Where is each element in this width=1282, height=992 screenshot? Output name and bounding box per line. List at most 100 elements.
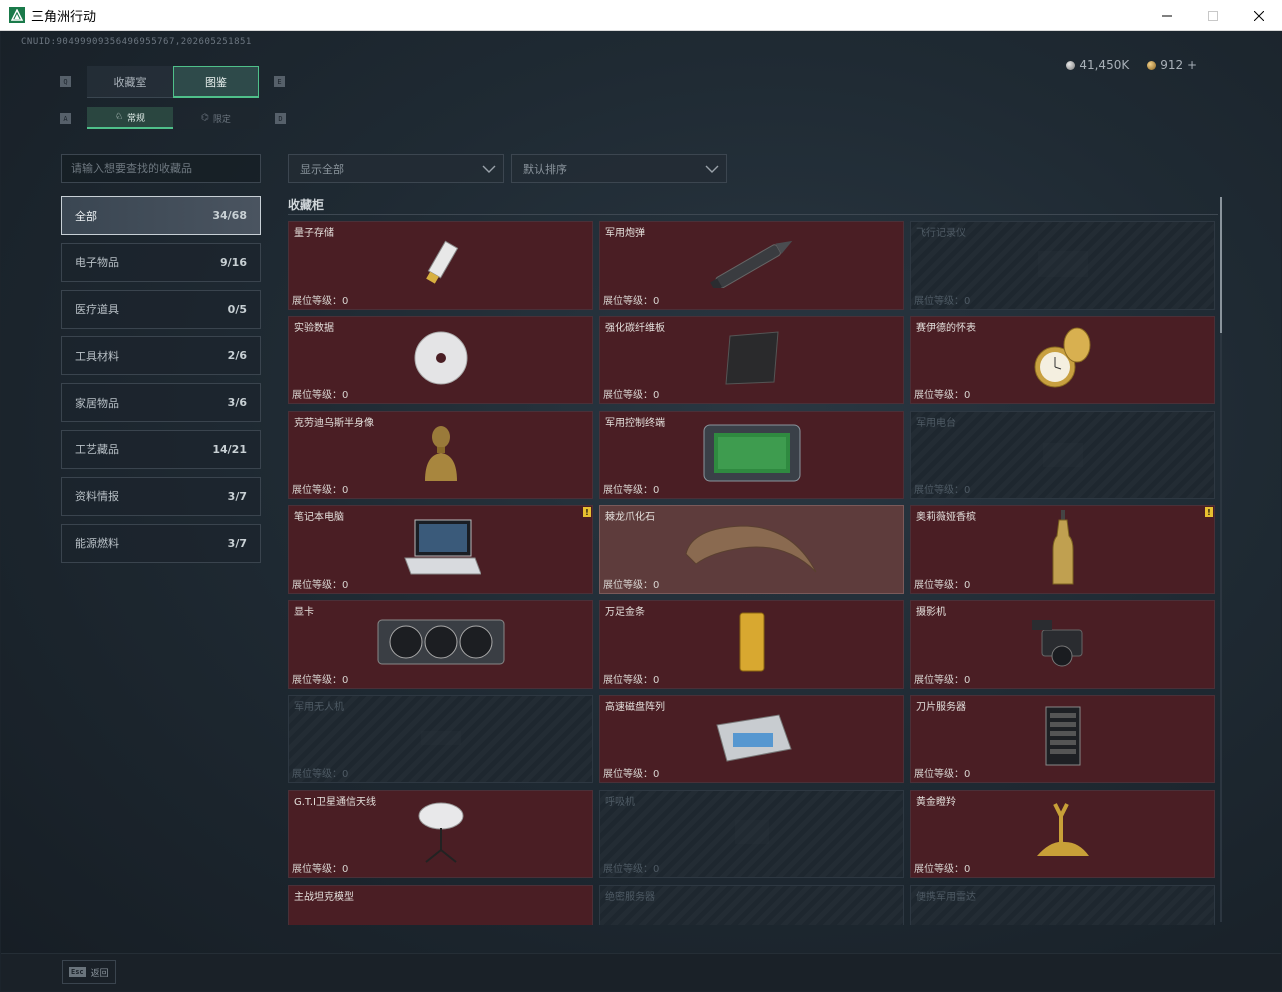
category-tools[interactable]: 工具材料 2/6 xyxy=(61,336,261,376)
game-viewport: CNUID:9049990935649695576​7,202605251851… xyxy=(1,31,1281,991)
collection-card[interactable]: 奥莉薇娅香槟 展位等级：0! xyxy=(910,505,1215,594)
item-name: 军用炮弹 xyxy=(605,228,645,239)
sort-dropdown[interactable]: 默认排序 xyxy=(511,154,727,183)
collection-card[interactable]: 黄金瞪羚 展位等级：0 xyxy=(910,789,1215,879)
display-level: 展位等级：0 xyxy=(603,295,660,307)
show-filter-dropdown[interactable]: 显示全部 xyxy=(288,154,504,183)
collection-card[interactable]: 绝密服务器展位等级：0 xyxy=(599,884,904,925)
item-name: 量子存储 xyxy=(294,228,334,239)
collection-card[interactable]: 军用无人机 展位等级：0 xyxy=(288,694,593,784)
collection-card[interactable]: 摄影机 展位等级：0 xyxy=(910,600,1215,689)
display-level: 展位等级：0 xyxy=(914,674,971,686)
item-name: 军用控制终端 xyxy=(605,417,665,429)
collection-card[interactable]: 主战坦克模型展位等级：0 xyxy=(288,884,593,925)
item-name: 显卡 xyxy=(294,607,314,619)
item-name: 实验数据 xyxy=(294,322,334,334)
silver-currency: 41,450K xyxy=(1066,58,1129,72)
item-name: 主战坦克模型 xyxy=(294,891,354,903)
category-crafts[interactable]: 工艺藏品 14/21 xyxy=(61,429,261,469)
category-household[interactable]: 家居物品 3/6 xyxy=(61,383,261,423)
display-level: 展位等级：0 xyxy=(292,769,349,781)
collection-card[interactable]: 显卡 展位等级：0 xyxy=(288,600,593,689)
cd-disc-icon xyxy=(413,330,469,390)
warning-badge-icon: ! xyxy=(1205,507,1213,518)
collection-card[interactable]: 军用炮弹展位等级：0 xyxy=(599,221,904,310)
flight-recorder-icon xyxy=(1033,243,1093,287)
collection-card[interactable]: 高速磁盘阵列 展位等级：0 xyxy=(599,694,904,784)
gold-bar-icon xyxy=(737,611,767,677)
close-icon xyxy=(1254,10,1264,21)
player-uid: CNUID:9049990935649695576​7,202605251851 xyxy=(21,37,252,47)
item-name: 克劳迪乌斯半身像 xyxy=(294,417,374,429)
drone-icon xyxy=(411,717,471,761)
collection-card[interactable]: 实验数据 展位等级：0 xyxy=(288,315,593,405)
display-level: 展位等级：0 xyxy=(292,485,349,497)
key-hint-a: A xyxy=(60,113,71,124)
collection-card[interactable]: 呼吸机 展位等级：0 xyxy=(599,789,904,879)
collection-card[interactable]: 军用电台 展位等级：0 xyxy=(910,410,1215,500)
blade-server-icon xyxy=(1040,705,1086,773)
bust-icon xyxy=(419,421,463,489)
back-button[interactable]: Esc 返回 xyxy=(62,960,116,984)
key-hint-d: D xyxy=(275,113,286,124)
currency-bar: 41,450K 912 + xyxy=(1066,58,1197,72)
category-electronics[interactable]: 电子物品 9/16 xyxy=(61,242,261,282)
category-medical[interactable]: 医疗道具 0/5 xyxy=(61,289,261,329)
search-input[interactable] xyxy=(61,154,261,183)
bottom-bar xyxy=(1,953,1281,991)
ventilator-icon xyxy=(727,812,777,856)
item-name: G.T.I卫星通信天线 xyxy=(294,796,376,808)
app-logo-icon xyxy=(9,7,25,23)
item-name: 强化碳纤维板 xyxy=(605,322,665,334)
tab-catalog[interactable]: 图鉴 xyxy=(173,66,259,98)
scrollbar-thumb[interactable] xyxy=(1220,197,1222,333)
collection-card[interactable]: 便携军用雷达展位等级：0 xyxy=(910,884,1215,925)
category-energy[interactable]: 能源燃料 3/7 xyxy=(61,523,261,563)
display-level: 展位等级：0 xyxy=(603,485,660,497)
category-all[interactable]: 全部 34/68 xyxy=(61,196,261,235)
item-name: 飞行记录仪 xyxy=(916,228,966,239)
tab-collection-room[interactable]: 收藏室 xyxy=(87,66,173,98)
maximize-button[interactable] xyxy=(1190,0,1236,31)
item-name: 呼吸机 xyxy=(605,796,635,808)
gold-currency[interactable]: 912 + xyxy=(1147,58,1197,72)
sub-tabs: ♘ 常规 ⌬ 限定 xyxy=(87,107,259,129)
display-level: 展位等级：0 xyxy=(292,864,349,876)
satellite-dish-icon xyxy=(416,800,466,868)
window-titlebar: 三角洲行动 xyxy=(0,0,1282,31)
golden-gazelle-icon xyxy=(1031,800,1095,868)
tab-regular[interactable]: ♘ 常规 xyxy=(87,107,173,129)
category-intel[interactable]: 资料情报 3/7 xyxy=(61,476,261,516)
collection-card[interactable]: 刀片服务器 展位等级：0 xyxy=(910,694,1215,784)
champagne-icon xyxy=(1051,509,1075,590)
display-level: 展位等级：0 xyxy=(292,579,349,591)
collection-card[interactable]: 量子存储 展位等级：0 xyxy=(288,221,593,310)
usb-drive-icon xyxy=(421,238,461,292)
tab-limited[interactable]: ⌬ 限定 xyxy=(173,107,259,129)
pocket-watch-icon xyxy=(1031,323,1095,397)
collection-card[interactable]: 万足金条 展位等级：0 xyxy=(599,600,904,689)
item-name: 棘龙爪化石 xyxy=(605,512,655,524)
item-name: 军用电台 xyxy=(916,417,956,429)
collection-card[interactable]: 军用控制终端 展位等级：0 xyxy=(599,410,904,500)
collection-card[interactable]: 赛伊德的怀表 展位等级：0 xyxy=(910,315,1215,405)
item-name: 赛伊德的怀表 xyxy=(916,322,976,334)
main-tabs: 收藏室 图鉴 xyxy=(87,66,259,98)
close-button[interactable] xyxy=(1236,0,1282,31)
item-name: 便携军用雷达 xyxy=(916,891,976,903)
collection-card[interactable]: 棘龙爪化石 展位等级：0 xyxy=(599,505,904,594)
collection-card[interactable]: G.T.I卫星通信天线 展位等级：0 xyxy=(288,789,593,879)
collection-card[interactable]: 克劳迪乌斯半身像 展位等级：0 xyxy=(288,410,593,500)
minimize-button[interactable] xyxy=(1144,0,1190,31)
limited-tab-icon: ⌬ xyxy=(201,113,209,123)
collection-card[interactable]: 飞行记录仪 展位等级：0 xyxy=(910,221,1215,310)
terminal-icon xyxy=(702,421,802,489)
display-level: 展位等级：0 xyxy=(914,390,971,402)
display-level: 展位等级：0 xyxy=(914,864,971,876)
collection-card[interactable]: 强化碳纤维板 展位等级：0 xyxy=(599,315,904,405)
display-level: 展位等级：0 xyxy=(914,579,971,591)
add-currency-button[interactable]: + xyxy=(1187,58,1197,72)
collection-card[interactable]: 笔记本电脑 展位等级：0! xyxy=(288,505,593,594)
maximize-icon xyxy=(1208,10,1218,21)
key-hint-e: E xyxy=(274,76,285,87)
